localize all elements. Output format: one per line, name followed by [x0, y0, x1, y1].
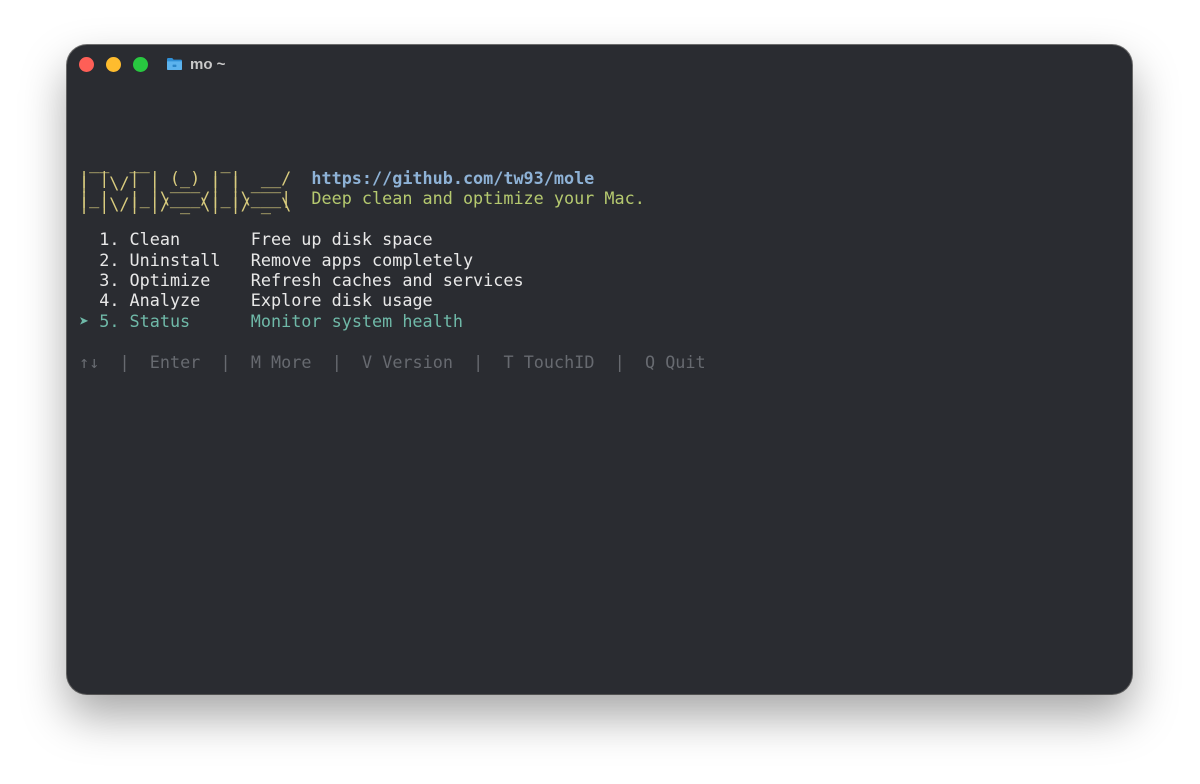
help-separator: |: [614, 351, 625, 372]
menu-item-analyze[interactable]: 4. Analyze Explore disk usage: [79, 290, 433, 311]
arrow-keys-hint: ↑↓: [79, 351, 100, 372]
menu-item-label: 2. Uninstall: [99, 249, 221, 270]
help-separator: |: [220, 351, 231, 372]
help-bar: ↑↓ | Enter | M More | V Version | T Touc…: [79, 352, 706, 372]
menu-item-clean[interactable]: 1. Clean Free up disk space: [79, 229, 433, 250]
maximize-button[interactable]: [133, 57, 148, 72]
header-url-row: | | | | (_) | | __/ https://github.com/t…: [79, 168, 594, 188]
folder-icon: [167, 58, 182, 70]
logo-line-5: |_| |_|\___/|_|\___|: [79, 188, 292, 209]
terminal-content[interactable]: __ __ _ | \/ | ___ | | ___ | |\/| |/ _ \…: [79, 45, 706, 372]
menu-item-status[interactable]: ➤ 5. Status Monitor system health: [79, 311, 463, 331]
menu-item-description: Remove apps completely: [250, 249, 474, 270]
menu-item-optimize[interactable]: 3. Optimize Refresh caches and services: [79, 270, 524, 290]
logo-line-4: | | | | (_) | | __/: [79, 168, 292, 188]
menu-item-uninstall[interactable]: 2. Uninstall Remove apps completely: [79, 250, 473, 270]
menu-item-description: Monitor system health: [250, 310, 463, 331]
menu-item-description: Refresh caches and services: [250, 270, 524, 290]
menu-item-description: Explore disk usage: [250, 290, 433, 311]
help-separator: |: [119, 351, 130, 372]
window-title: mo ~: [190, 56, 226, 73]
help-separator: |: [331, 351, 342, 372]
enter-key-hint: Enter: [149, 351, 201, 372]
selection-arrow-icon: ➤: [79, 310, 90, 331]
terminal-window: mo ~ __ __ _ | \/ | ___ | | ___ | |\/| |…: [67, 45, 1132, 694]
help-separator: |: [473, 351, 484, 372]
header-tagline-row: |_| |_|\___/|_|\___| Deep clean and opti…: [79, 188, 645, 208]
menu-item-label: 5. Status: [99, 310, 191, 331]
github-url-link[interactable]: https://github.com/tw93/mole: [311, 168, 594, 188]
tagline: Deep clean and optimize your Mac.: [311, 188, 645, 209]
title-bar[interactable]: mo ~: [67, 45, 1132, 85]
quit-key-hint: Q Quit: [644, 351, 706, 372]
more-key-hint: M More: [250, 351, 312, 372]
menu-item-label: 4. Analyze: [99, 290, 201, 311]
menu-item-label: 1. Clean: [99, 229, 181, 250]
touchid-key-hint: T TouchID: [503, 351, 595, 372]
menu-item-label: 3. Optimize: [99, 270, 211, 290]
version-key-hint: V Version: [362, 351, 453, 372]
menu-item-description: Free up disk space: [250, 229, 433, 250]
